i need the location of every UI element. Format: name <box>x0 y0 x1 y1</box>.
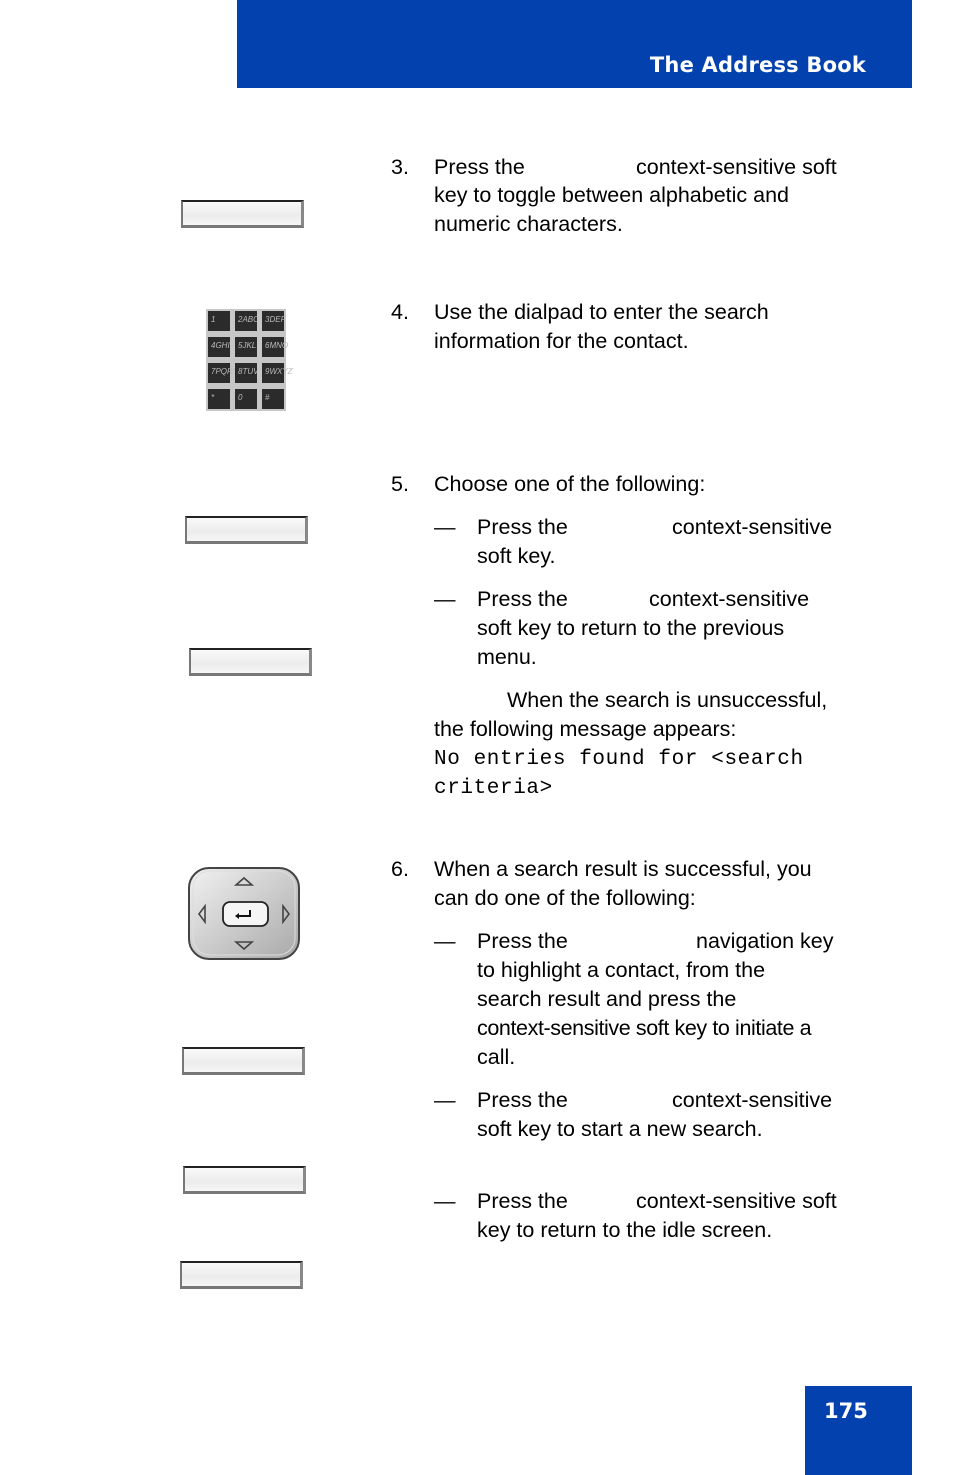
option-text: context-sensitive soft key to initiate a <box>477 1016 812 1040</box>
option-text: soft key to start a new search. <box>477 1117 763 1141</box>
option-text: context-sensitive <box>672 515 833 539</box>
soft-key-icon <box>183 1166 306 1194</box>
option-text: key to return to the idle screen. <box>477 1218 773 1242</box>
option-text: context-sensitive <box>649 587 810 611</box>
dialpad-key: 6MNO <box>262 337 288 357</box>
soft-key-icon <box>185 516 308 544</box>
step-text: context-sensitive soft <box>636 155 837 179</box>
step-text: Use the dialpad to enter the search <box>434 300 769 324</box>
step-number: 3. <box>391 155 409 179</box>
soft-key-icon <box>189 648 312 676</box>
option-text: call. <box>477 1045 516 1069</box>
option-text: navigation key <box>696 929 834 953</box>
step-number: 5. <box>391 472 409 496</box>
dialpad-key: 1 <box>208 311 230 331</box>
step-text: Choose one of the following: <box>434 472 706 496</box>
option-text: Press the <box>477 587 568 611</box>
option-dash: — <box>434 587 456 611</box>
step-number: 6. <box>391 857 409 881</box>
soft-key-icon <box>182 1047 305 1075</box>
option-text: Press the <box>477 1088 568 1112</box>
soft-key-icon <box>181 200 304 228</box>
dialpad-key: 9WXYZ <box>262 363 293 383</box>
option-text: Press the <box>477 1189 568 1213</box>
chapter-header-bar: The Address Book <box>237 0 912 88</box>
option-text: menu. <box>477 645 537 669</box>
option-dash: — <box>434 929 456 953</box>
dialpad-key: 3DEF <box>262 311 285 331</box>
dialpad-key: 0 <box>235 389 257 409</box>
option-dash: — <box>434 1189 456 1213</box>
option-text: to highlight a contact, from the <box>477 958 766 982</box>
dialpad-key: 8TUV <box>235 363 258 383</box>
dialpad-key: 5JKL <box>235 337 257 357</box>
chapter-title: The Address Book <box>649 53 866 77</box>
navigation-key-icon <box>187 866 301 967</box>
dialpad-key: # <box>262 389 284 409</box>
option-text: soft key to return to the previous <box>477 616 785 640</box>
step-text: information for the contact. <box>434 329 689 353</box>
step-text: numeric characters. <box>434 212 623 236</box>
option-text: context-sensitive soft <box>636 1189 837 1213</box>
dialpad-key: 4GHI <box>208 337 230 357</box>
dialpad-key: 7PQRS <box>208 363 238 383</box>
message-text: criteria> <box>434 777 553 800</box>
page-number: 175 <box>824 1399 868 1423</box>
option-text: context-sensitive <box>672 1088 833 1112</box>
soft-key-icon <box>180 1261 303 1289</box>
dialpad-key: 2ABC <box>235 311 259 331</box>
note-text: When the search is unsuccessful, <box>507 688 828 712</box>
option-dash: — <box>434 1088 456 1112</box>
step-text: Press the <box>434 155 525 179</box>
step-number: 4. <box>391 300 409 324</box>
dialpad-icon: 1 2ABC 3DEF 4GHI 5JKL 6MNO 7PQRS 8TUV 9W… <box>206 309 293 411</box>
message-text: No entries found for <search <box>434 748 804 771</box>
dialpad-key: * <box>208 389 230 409</box>
option-dash: — <box>434 515 456 539</box>
option-text: soft key. <box>477 544 556 568</box>
option-text: Press the <box>477 929 568 953</box>
step-text: can do one of the following: <box>434 886 696 910</box>
option-text: Press the <box>477 515 568 539</box>
note-text: the following message appears: <box>434 717 737 741</box>
step-text: key to toggle between alphabetic and <box>434 183 790 207</box>
step-text: When a search result is successful, you <box>434 857 812 881</box>
page-number-box: 175 <box>805 1386 912 1475</box>
option-text: search result and press the <box>477 987 737 1011</box>
